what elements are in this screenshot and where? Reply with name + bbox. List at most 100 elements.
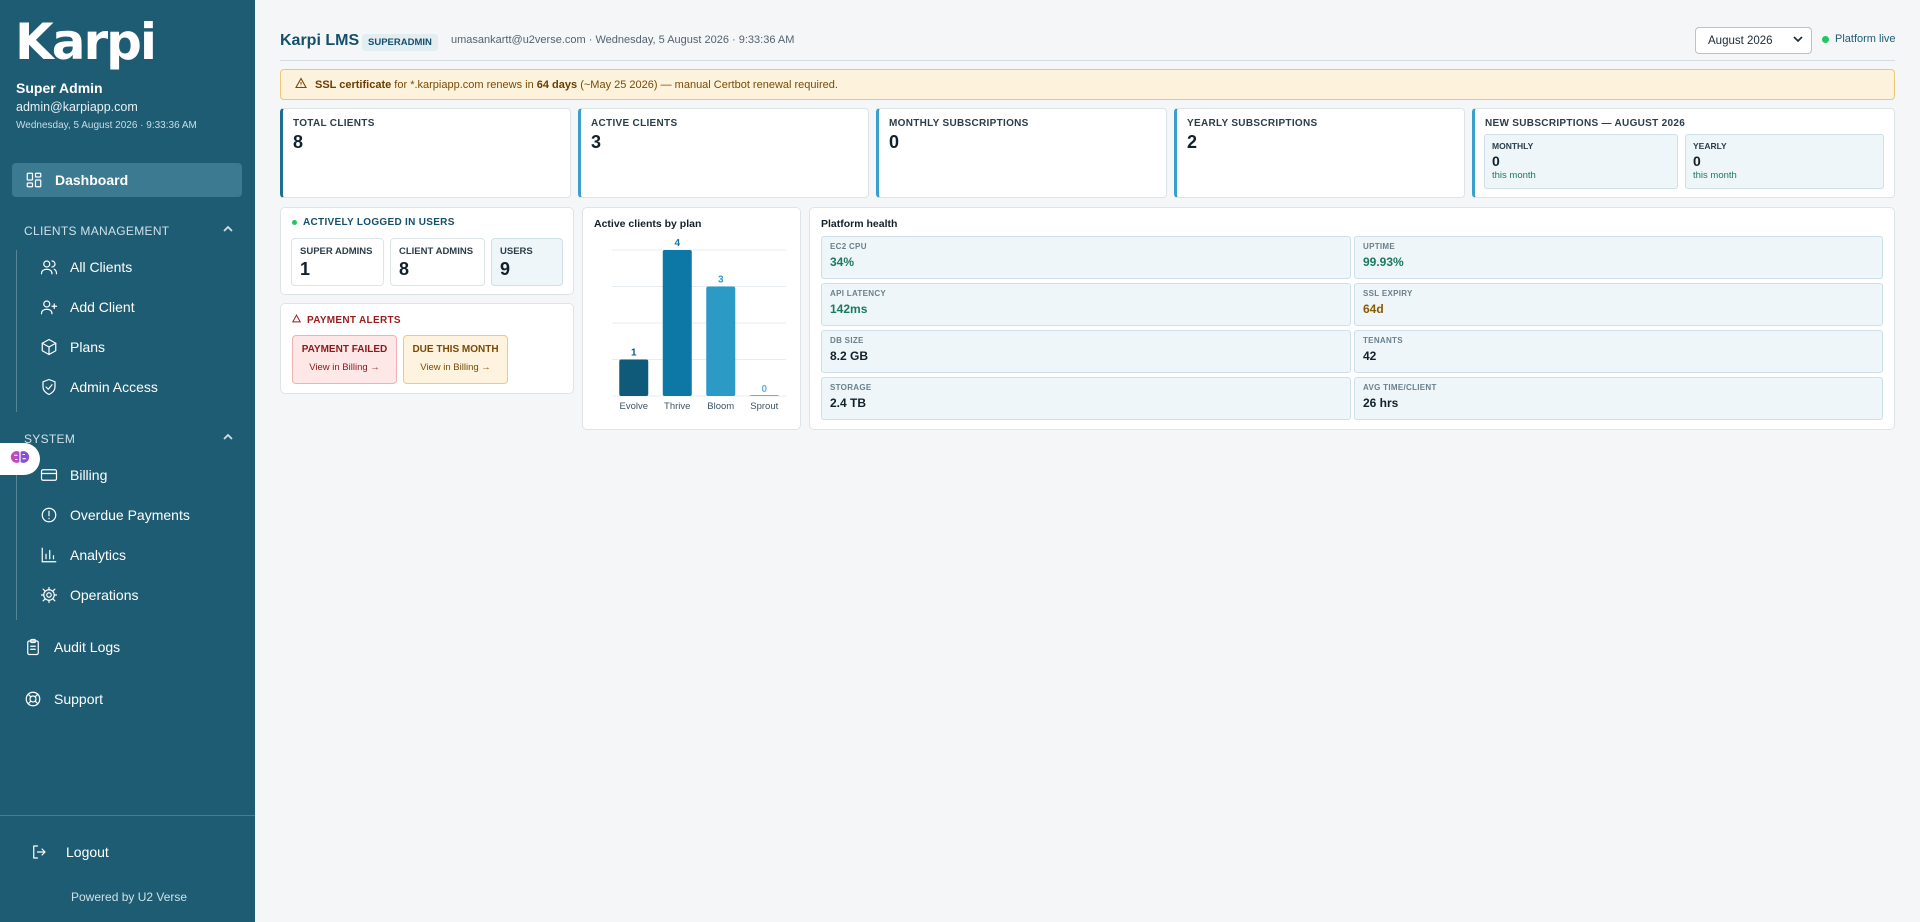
kpi-label: ACTIVE CLIENTS — [591, 118, 678, 129]
logout-button[interactable]: Logout — [30, 843, 109, 861]
nav-overdue-label: Overdue Payments — [70, 507, 190, 523]
health-metric-value: 34% — [830, 255, 855, 269]
kpi-label: MONTHLY SUBSCRIPTIONS — [889, 118, 1029, 129]
health-metric-value: 8.2 GB — [830, 349, 869, 363]
nav-admin-access[interactable]: Admin Access — [40, 378, 158, 396]
health-metric-ssl-expiry: SSL EXPIRY 64d — [1354, 283, 1883, 326]
chevron-up-icon — [222, 223, 234, 238]
chart-bar-sprout[interactable] — [749, 395, 779, 396]
nav-dashboard[interactable]: Dashboard — [12, 163, 242, 197]
nav-billing-label: Billing — [70, 467, 108, 483]
user-name: Super Admin — [16, 80, 103, 96]
health-metric-label: DB SIZE — [830, 336, 864, 345]
user-email: admin@karpiapp.com — [16, 100, 138, 114]
nav-analytics-label: Analytics — [70, 547, 127, 563]
health-metric-label: SSL EXPIRY — [1363, 289, 1413, 298]
chart-bar-thrive[interactable] — [662, 250, 692, 396]
active-clients-bar-chart: 1 Evolve 4 Thrive 3 Bloom 0 Sprout — [612, 238, 786, 412]
section-clients-label: CLIENTS MANAGEMENT — [24, 223, 170, 238]
ssl-strong: SSL certificate — [315, 78, 392, 91]
health-metric-label: AVG TIME/CLIENT — [1363, 383, 1437, 392]
ssl-warning-banner: SSL certificate for *.karpiapp.com renew… — [280, 69, 1895, 100]
new-subs-yearly-sub: this month — [1693, 170, 1737, 181]
ai-assistant-tab[interactable] — [0, 443, 40, 475]
payment-alerts-title: PAYMENT ALERTS — [291, 314, 401, 326]
nav-analytics[interactable]: Analytics — [40, 546, 126, 564]
kpi-label: NEW SUBSCRIPTIONS — AUGUST 2026 — [1485, 118, 1686, 129]
ssl-banner-text: SSL certificate for *.karpiapp.com renew… — [315, 79, 838, 91]
sidebar: Karpi Super Admin admin@karpiapp.com Wed… — [0, 0, 255, 922]
health-metric-value: 99.93% — [1363, 255, 1404, 269]
users-label: USERS — [500, 246, 533, 257]
platform-status-label: Platform live — [1835, 33, 1896, 45]
super-admins-label: SUPER ADMINS — [300, 246, 373, 257]
nav-support[interactable]: Support — [24, 690, 103, 708]
chevron-up-icon — [222, 431, 234, 446]
payment-failed-link[interactable]: View in Billing → — [293, 362, 396, 373]
chart-value-label: 3 — [718, 275, 724, 286]
new-subs-monthly: MONTHLY 0 this month — [1484, 134, 1678, 189]
payment-failed-label: PAYMENT FAILED — [301, 344, 388, 355]
nav-tree-line — [16, 250, 17, 412]
chart-bar-bloom[interactable] — [706, 286, 736, 397]
kpi-value: 8 — [293, 132, 304, 152]
due-this-month-label: DUE THIS MONTH — [412, 344, 499, 355]
kpi-monthly-subscriptions: MONTHLY SUBSCRIPTIONS 0 — [876, 108, 1167, 198]
health-metric-db-size: DB SIZE 8.2 GB — [821, 330, 1351, 373]
nav-audit-logs[interactable]: Audit Logs — [24, 638, 120, 656]
health-metric-label: UPTIME — [1363, 242, 1396, 251]
life-buoy-icon — [24, 690, 42, 708]
nav-plans[interactable]: Plans — [40, 338, 105, 356]
health-metric-value: 64d — [1363, 302, 1384, 316]
new-subs-monthly-value: 0 — [1492, 153, 1500, 169]
nav-all-clients[interactable]: All Clients — [40, 258, 132, 276]
health-metric-ec2-cpu: EC2 CPU 34% — [821, 236, 1351, 279]
ssl-days: 64 days — [536, 78, 578, 91]
nav-billing[interactable]: Billing — [40, 466, 107, 484]
super-admins-count: SUPER ADMINS 1 — [291, 238, 384, 286]
ssl-text-1: for *.karpiapp.com renews in — [394, 78, 534, 91]
chart-bar-evolve[interactable] — [619, 359, 649, 397]
kpi-yearly-subscriptions: YEARLY SUBSCRIPTIONS 2 — [1174, 108, 1465, 198]
page-title: Karpi LMS — [280, 32, 360, 49]
health-metric-avg-time-client: AVG TIME/CLIENT 26 hrs — [1354, 377, 1883, 420]
brain-icon — [10, 447, 30, 472]
due-this-month-alert[interactable]: DUE THIS MONTH View in Billing → — [403, 335, 508, 384]
health-metric-label: API LATENCY — [830, 289, 887, 298]
platform-health-title: Platform health — [821, 218, 898, 230]
nav-all-clients-label: All Clients — [70, 259, 133, 275]
client-admins-count: CLIENT ADMINS 8 — [390, 238, 485, 286]
warning-triangle-icon — [291, 314, 302, 326]
health-metric-label: EC2 CPU — [830, 242, 867, 251]
logged-in-title-label: ACTIVELY LOGGED IN USERS — [303, 217, 455, 228]
nav-overdue-payments[interactable]: Overdue Payments — [40, 506, 190, 524]
package-icon — [40, 338, 58, 356]
health-metric-label: TENANTS — [1363, 336, 1403, 345]
section-clients-management[interactable]: CLIENTS MANAGEMENT — [24, 223, 234, 238]
platform-status: Platform live — [1822, 33, 1896, 45]
main-content: Karpi LMS SUPERADMIN umasankartt@u2verse… — [255, 0, 1920, 922]
app-root: Karpi Super Admin admin@karpiapp.com Wed… — [0, 0, 1920, 922]
kpi-value: 3 — [591, 132, 602, 152]
nav-add-client[interactable]: Add Client — [40, 298, 135, 316]
shield-check-icon — [40, 378, 58, 396]
nav-dashboard-label: Dashboard — [55, 172, 129, 188]
user-date: Wednesday, 5 August 2026 · 9:33:36 AM — [16, 120, 197, 131]
client-admins-label: CLIENT ADMINS — [399, 246, 474, 257]
payment-failed-alert[interactable]: PAYMENT FAILED View in Billing → — [292, 335, 397, 384]
nav-operations[interactable]: Operations — [40, 586, 138, 604]
powered-by: Powered by U2 Verse — [71, 890, 188, 904]
clipboard-list-icon — [24, 638, 42, 656]
new-subs-yearly-value: 0 — [1693, 153, 1701, 169]
user-plus-icon — [40, 298, 58, 316]
health-metric-storage: STORAGE 2.4 TB — [821, 377, 1351, 420]
chart-title: Active clients by plan — [594, 218, 702, 230]
due-this-month-link[interactable]: View in Billing → — [404, 362, 507, 373]
sidebar-divider — [0, 815, 255, 816]
status-dot-icon — [1822, 35, 1829, 43]
month-select[interactable]: August 2026 — [1695, 27, 1812, 54]
users-count: USERS 9 — [491, 238, 563, 286]
section-system[interactable]: SYSTEM — [24, 431, 234, 446]
logout-icon — [30, 843, 48, 861]
warning-triangle-icon — [295, 77, 307, 92]
